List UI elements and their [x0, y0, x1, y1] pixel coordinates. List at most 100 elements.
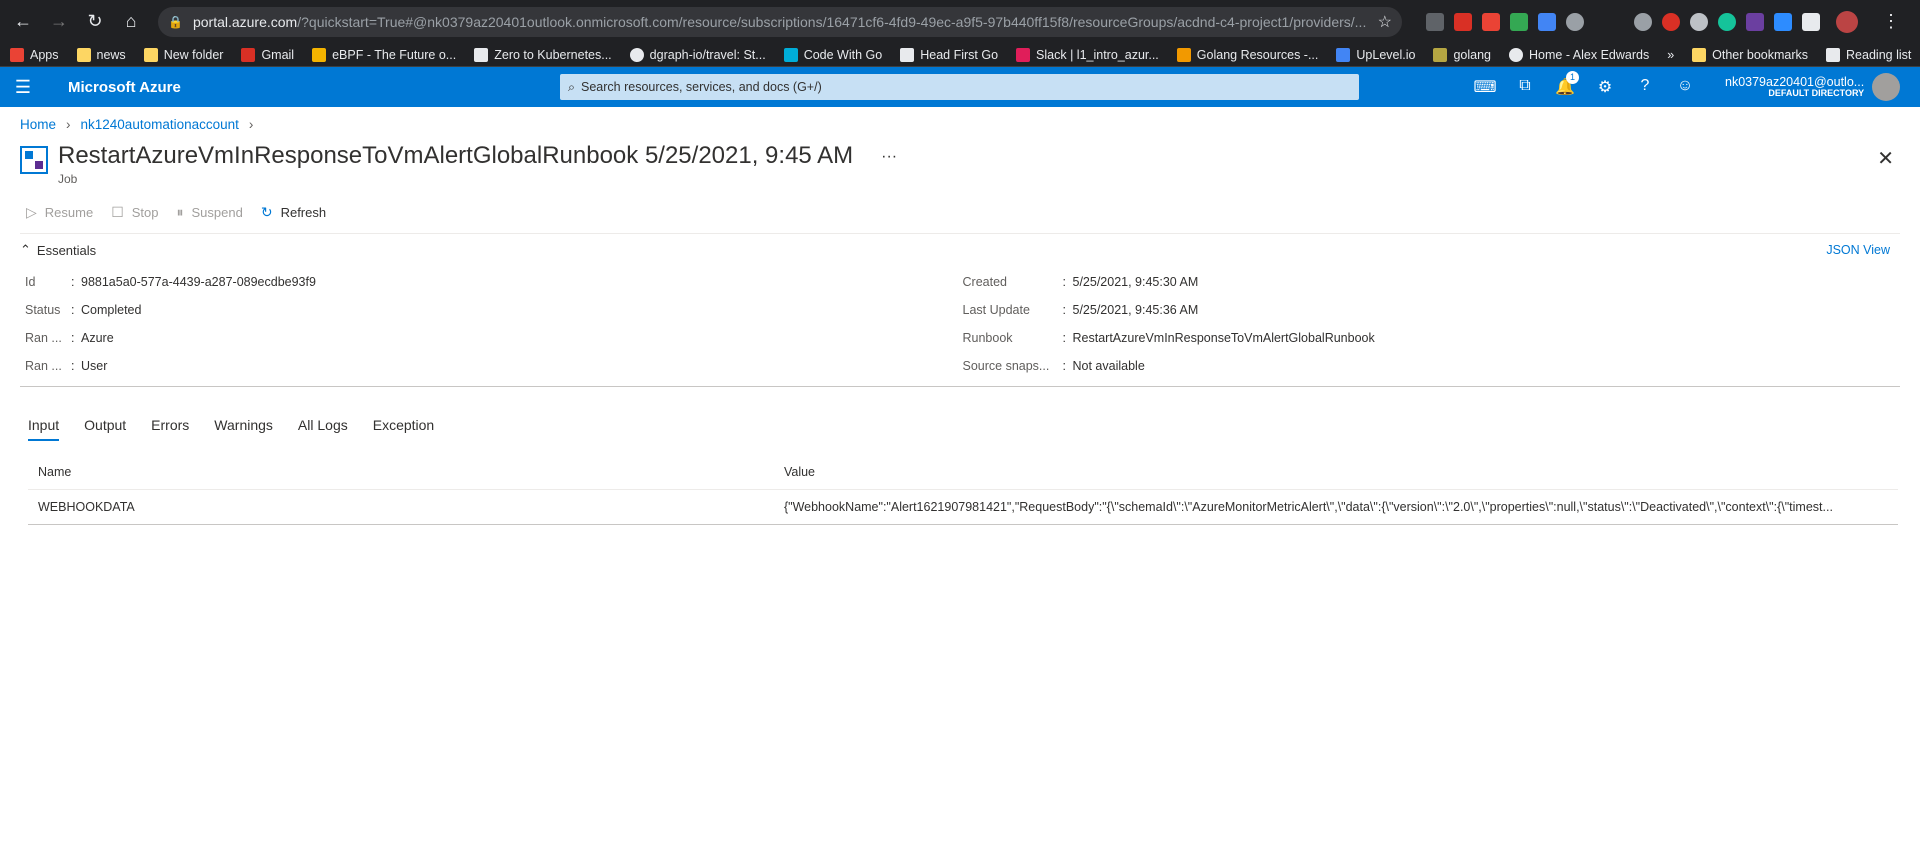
notifications-icon[interactable]: 🔔 1	[1545, 71, 1585, 97]
job-tabs: Input Output Errors Warnings All Logs Ex…	[0, 387, 1920, 441]
home-icon[interactable]: ⌂	[116, 7, 146, 37]
extension-icon[interactable]	[1426, 12, 1444, 31]
runbook-job-icon	[20, 146, 48, 174]
puzzle-icon[interactable]	[1802, 12, 1820, 31]
address-bar[interactable]: 🔒 portal.azure.com /?quickstart=True#@nk…	[158, 6, 1402, 37]
bookmark-item[interactable]: Home - Alex Edwards	[1509, 47, 1649, 62]
global-search-input[interactable]: ⌕ Search resources, services, and docs (…	[560, 74, 1359, 100]
translate-icon[interactable]	[1538, 12, 1556, 31]
folder-icon	[76, 47, 91, 62]
bookmark-item[interactable]: Slack | l1_intro_azur...	[1016, 47, 1159, 62]
bookmark-item[interactable]: Apps	[10, 47, 59, 62]
bookmark-label: Golang Resources -...	[1196, 47, 1319, 62]
refresh-icon: ↻	[260, 204, 273, 220]
bookmark-label: Other bookmarks	[1712, 47, 1809, 62]
bookmark-item[interactable]: eBPF - The Future o...	[312, 47, 456, 62]
drive-icon[interactable]	[1510, 12, 1528, 31]
essentials-left-column: Id: 9881a5a0-577a-4439-a287-089ecdbe93f9…	[25, 268, 963, 380]
extension-icon[interactable]	[1454, 12, 1472, 31]
json-view-link[interactable]: JSON View	[1826, 243, 1890, 257]
bookmark-item[interactable]: Gmail	[241, 47, 294, 62]
directory-filter-icon[interactable]: ⧉	[1505, 77, 1545, 97]
close-icon[interactable]: ✕	[1877, 146, 1894, 171]
tab-input[interactable]: Input	[28, 417, 60, 441]
chevron-right-icon: ›	[66, 117, 71, 132]
refresh-label: Refresh	[280, 205, 327, 220]
forward-icon[interactable]: →	[44, 7, 74, 37]
breadcrumb: Home › nk1240automationaccount ›	[0, 107, 1920, 132]
bookmark-item[interactable]: dgraph-io/travel: St...	[629, 47, 766, 62]
cloud-shell-icon[interactable]: ⌨	[1465, 77, 1505, 97]
bookmark-item[interactable]: news	[76, 47, 126, 62]
essentials-label: Source snaps...	[962, 359, 1050, 373]
golang-icon	[1433, 47, 1448, 62]
essentials-row: Created: 5/25/2021, 9:45:30 AM	[962, 275, 1199, 289]
tab-all-logs[interactable]: All Logs	[298, 417, 348, 441]
command-bar: ▷ Resume ☐ Stop ⏸ Suspend ↻ Refresh	[0, 186, 1920, 221]
bookmark-label: news	[96, 47, 126, 62]
more-options-button[interactable]: ···	[881, 148, 897, 166]
column-header-name[interactable]: Name	[38, 465, 784, 479]
essentials-row: Status: Completed	[25, 303, 142, 317]
input-parameters-table: Name Value WEBHOOKDATA {"WebhookName":"A…	[28, 455, 1898, 525]
bookmark-item[interactable]: Zero to Kubernetes...	[474, 47, 612, 62]
essentials-row: Ran ...: Azure	[25, 331, 114, 345]
essentials-toggle[interactable]: ⌃ Essentials	[20, 242, 96, 258]
account-info[interactable]: nk0379az20401@outlo... DEFAULT DIRECTORY	[1725, 74, 1865, 99]
bookmark-star-icon[interactable]: ☆	[1378, 12, 1392, 32]
user-avatar[interactable]	[1872, 73, 1901, 101]
feedback-smiley-icon[interactable]: ☺	[1665, 77, 1705, 97]
resume-button[interactable]: ▷ Resume	[26, 204, 93, 221]
chevron-up-icon: ⌃	[20, 242, 31, 257]
account-user: nk0379az20401@outlo...	[1725, 74, 1865, 89]
azure-brand[interactable]: Microsoft Azure	[46, 79, 560, 96]
bookmarks-overflow[interactable]: »	[1667, 48, 1674, 62]
bookmark-item[interactable]: Code With Go	[783, 47, 882, 62]
extension-icon[interactable]	[1746, 12, 1764, 31]
help-icon[interactable]: ?	[1625, 77, 1665, 97]
table-header: Name Value	[28, 455, 1898, 490]
bookmark-item[interactable]: UpLevel.io	[1336, 47, 1415, 62]
menu-kebab-icon[interactable]: ⋮	[1882, 11, 1900, 32]
parameter-value: {"WebhookName":"Alert1621907981421","Req…	[783, 500, 1833, 514]
extension-icon[interactable]	[1482, 12, 1500, 31]
essentials-label: Runbook	[962, 331, 1013, 345]
tab-exception[interactable]: Exception	[373, 417, 434, 441]
extension-icon[interactable]	[1634, 12, 1652, 31]
profile-avatar[interactable]	[1836, 10, 1858, 33]
tab-output[interactable]: Output	[84, 417, 126, 441]
url-host: portal.azure.com	[192, 13, 298, 30]
bookmark-item[interactable]: golang	[1433, 47, 1491, 62]
stop-button[interactable]: ☐ Stop	[111, 204, 158, 221]
slack-icon	[1016, 47, 1031, 62]
breadcrumb-automation-account[interactable]: nk1240automationaccount	[81, 117, 239, 132]
back-icon[interactable]: ←	[8, 7, 38, 37]
other-bookmarks[interactable]: Other bookmarks	[1692, 47, 1809, 62]
essentials-row: Ran ...: User	[25, 359, 108, 373]
page-header: RestartAzureVmInResponseToVmAlertGlobalR…	[0, 132, 1920, 186]
bookmark-item[interactable]: Head First Go	[900, 47, 998, 62]
url-path: /?quickstart=True#@nk0379az20401outlook.…	[297, 13, 1367, 30]
bookmark-label: Apps	[30, 47, 59, 62]
last-update-value: 5/25/2021, 9:45:36 AM	[1072, 303, 1199, 317]
refresh-button[interactable]: ↻ Refresh	[261, 204, 326, 221]
suspend-button[interactable]: ⏸ Suspend	[177, 204, 243, 221]
extension-icon[interactable]	[1690, 12, 1708, 31]
bookmark-item[interactable]: New folder	[143, 47, 223, 62]
reading-list[interactable]: Reading list	[1826, 47, 1911, 62]
table-row[interactable]: WEBHOOKDATA {"WebhookName":"Alert1621907…	[28, 490, 1898, 525]
bookmark-item[interactable]: Golang Resources -...	[1176, 47, 1319, 62]
breadcrumb-home[interactable]: Home	[20, 117, 56, 132]
tab-errors[interactable]: Errors	[151, 417, 189, 441]
grammarly-icon[interactable]	[1718, 12, 1736, 31]
extension-icon[interactable]	[1566, 12, 1584, 31]
column-header-value[interactable]: Value	[784, 465, 1888, 479]
azure-header: ☰ Microsoft Azure ⌕ Search resources, se…	[0, 67, 1920, 107]
hamburger-menu-icon[interactable]: ☰	[0, 77, 46, 98]
extension-icon[interactable]	[1662, 12, 1680, 31]
settings-gear-icon[interactable]: ⚙	[1585, 77, 1625, 97]
tab-warnings[interactable]: Warnings	[214, 417, 273, 441]
zoom-icon[interactable]	[1774, 12, 1792, 31]
essentials-label: Last Update	[962, 303, 1030, 317]
reload-icon[interactable]: ↻	[80, 7, 110, 37]
